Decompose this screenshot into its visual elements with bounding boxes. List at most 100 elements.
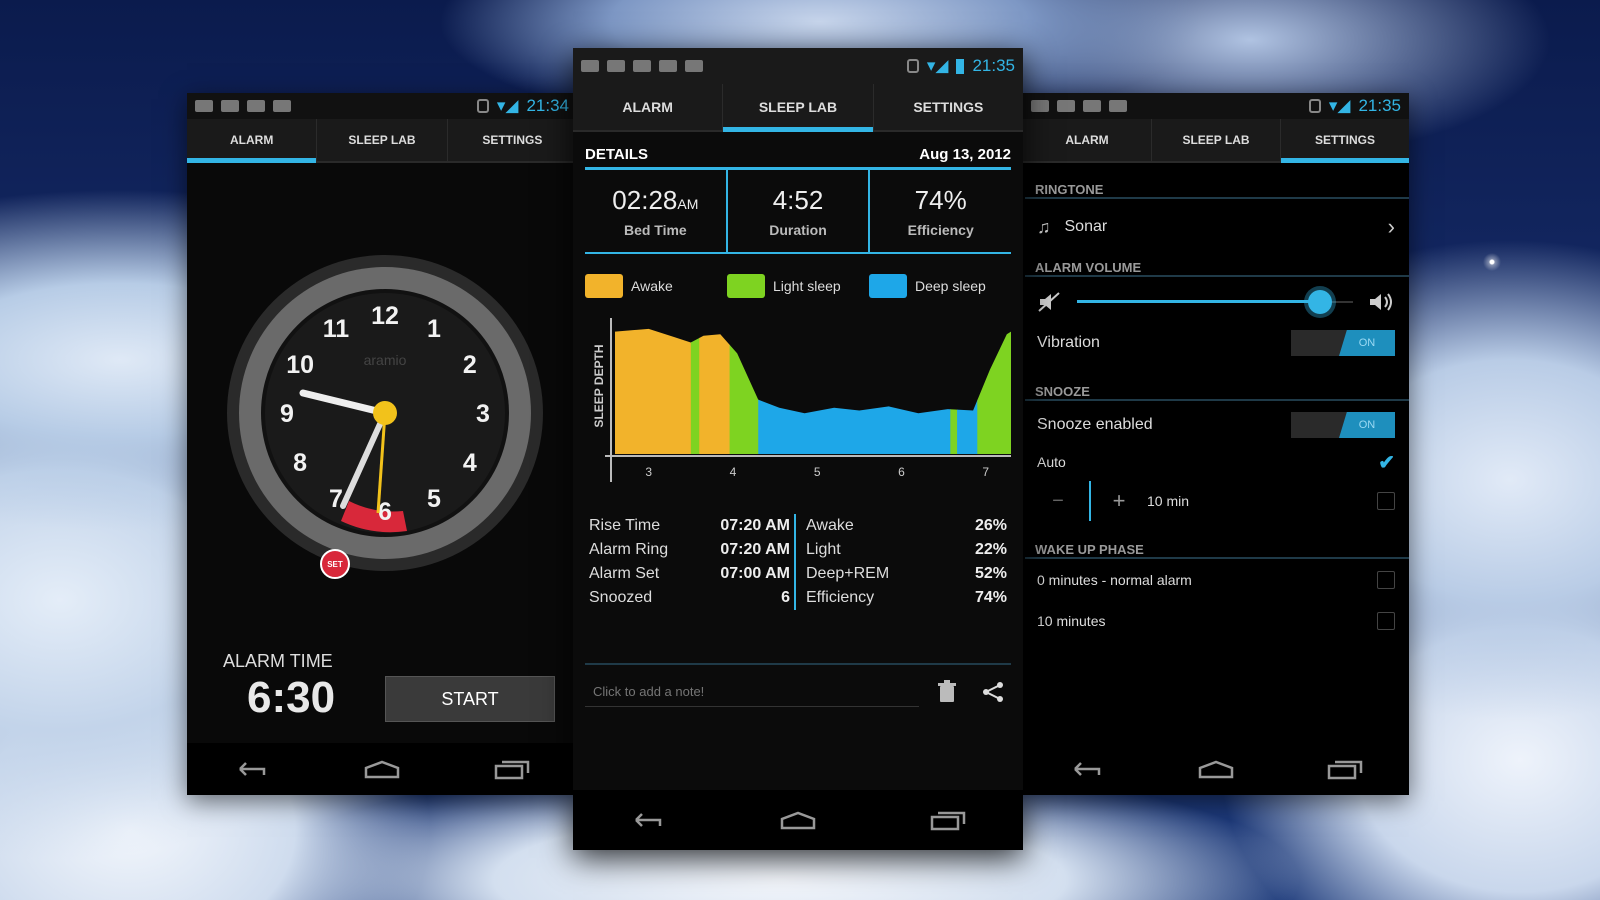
home-icon[interactable] <box>778 809 818 831</box>
signal-icon: ▾◢ <box>496 96 519 115</box>
vibration-toggle-state: ON <box>1339 330 1395 356</box>
snooze-enabled-row: Snooze enabled ON <box>1023 401 1409 449</box>
snooze-auto-row: Auto ✔ <box>1023 449 1409 475</box>
tab-alarm[interactable]: ALARM <box>573 84 724 130</box>
snooze-toggle-state: ON <box>1339 412 1395 438</box>
alarm-time: 6:30 <box>247 673 336 722</box>
ringtone-name: Sonar <box>1064 218 1108 235</box>
clock-number: 5 <box>427 485 441 513</box>
share-icon[interactable] <box>975 677 1011 707</box>
summary-right: Awake 26% Light 22% Deep+REM 52% Efficiency 74% <box>794 514 1011 610</box>
auto-label: Auto <box>1037 454 1066 470</box>
clock-number: 10 <box>286 351 314 379</box>
sleep-segment-light-sleep <box>729 328 759 454</box>
legend-swatch-deep <box>869 274 907 298</box>
legend-label: Awake <box>631 278 673 294</box>
summary-label: Rise Time <box>589 517 661 534</box>
vibration-row: Vibration ON <box>1023 327 1409 359</box>
volume-slider[interactable] <box>1077 290 1353 314</box>
volume-mute-icon[interactable] <box>1037 290 1063 314</box>
wake-option-1[interactable]: 10 minutes <box>1023 601 1409 641</box>
clock-number: 9 <box>280 400 294 428</box>
wake-up-phase-header: WAKE UP PHASE <box>1025 537 1409 559</box>
note-input[interactable] <box>585 677 919 707</box>
summary-value: 52% <box>974 565 1007 582</box>
volume-knob[interactable] <box>1307 290 1332 314</box>
legend-swatch-light <box>727 274 765 298</box>
status-time: 21:35 <box>972 56 1015 75</box>
tab-settings[interactable]: SETTINGS <box>874 84 1023 130</box>
snooze-plus-button[interactable]: + <box>1107 488 1131 514</box>
summary-row: Awake 26% <box>806 514 1007 538</box>
duration-label: Duration <box>769 221 827 238</box>
ringtone-row[interactable]: ♫ Sonar › <box>1023 199 1409 255</box>
bed-time-label: Bed Time <box>623 221 687 238</box>
clock-brand: aramio <box>364 352 407 368</box>
home-icon[interactable] <box>1196 758 1236 780</box>
vibration-toggle[interactable]: ON <box>1291 330 1395 356</box>
clock-number: 11 <box>323 315 350 343</box>
snooze-minus-button[interactable]: − <box>1043 490 1073 513</box>
wake-option-checkbox[interactable] <box>1377 571 1395 589</box>
tab-settings[interactable]: SETTINGS <box>448 119 577 161</box>
home-icon[interactable] <box>362 758 402 780</box>
back-icon[interactable] <box>1067 758 1107 780</box>
back-icon[interactable] <box>628 809 668 831</box>
snooze-header: SNOOZE <box>1025 379 1409 401</box>
recents-icon[interactable] <box>492 758 532 780</box>
music-note-icon: ♫ <box>1037 216 1051 237</box>
sleep-segment-deep-sleep <box>957 328 978 454</box>
summary-value: 07:20 AM <box>720 541 790 558</box>
details-label: DETAILS <box>585 146 649 163</box>
start-button[interactable]: START <box>385 676 555 722</box>
summary-row: Alarm Set 07:00 AM <box>589 562 790 586</box>
summary-label: Efficiency <box>806 589 875 606</box>
summary-label: Deep+REM <box>806 565 890 582</box>
nav-bar <box>1023 743 1409 795</box>
back-icon[interactable] <box>232 758 272 780</box>
wake-option-checkbox[interactable] <box>1377 612 1395 630</box>
summary-row: Snoozed 6 <box>589 586 790 610</box>
sync-icon <box>1308 99 1321 113</box>
volume-fill <box>1077 300 1320 303</box>
volume-up-icon[interactable] <box>1367 290 1395 314</box>
summary-value: 07:20 AM <box>720 517 790 534</box>
alarm-volume-header: ALARM VOLUME <box>1025 255 1409 277</box>
alarm-clock-dial[interactable]: aramio 12 1 2 3 4 5 6 7 8 9 10 11 <box>225 253 545 573</box>
nav-bar <box>187 743 577 795</box>
set-alarm-handle[interactable]: SET <box>320 549 350 579</box>
x-tick-label: 7 <box>982 465 989 479</box>
notification-icons <box>195 100 291 112</box>
tab-alarm[interactable]: ALARM <box>1023 119 1152 161</box>
tab-sleep-lab[interactable]: SLEEP LAB <box>1152 119 1281 161</box>
tab-sleep-lab[interactable]: SLEEP LAB <box>317 119 448 161</box>
tab-bar: ALARM SLEEP LAB SETTINGS <box>573 84 1023 132</box>
y-axis-label: SLEEP DEPTH <box>592 344 606 427</box>
summary-value: 22% <box>974 541 1007 558</box>
auto-checkbox-checked-icon[interactable]: ✔ <box>1378 450 1395 475</box>
efficiency-value: 74% <box>914 184 967 215</box>
clock-center <box>373 401 397 425</box>
wake-option-0[interactable]: 0 minutes - normal alarm <box>1023 559 1409 601</box>
tab-alarm[interactable]: ALARM <box>187 119 318 163</box>
tab-settings[interactable]: SETTINGS <box>1281 119 1409 163</box>
legend-awake: Awake <box>585 274 727 298</box>
status-bar: ▾◢ 21:34 <box>187 93 577 119</box>
sleep-lab-screen: ▾◢ 21:35 ALARM SLEEP LAB SETTINGS DETAIL… <box>573 48 1023 850</box>
snooze-duration-checkbox[interactable] <box>1377 492 1395 510</box>
clock-number: 8 <box>293 449 307 477</box>
summary-label: Awake <box>806 517 854 534</box>
snooze-toggle[interactable]: ON <box>1291 412 1395 438</box>
summary-row: Rise Time 07:20 AM <box>589 514 790 538</box>
details-header: DETAILS Aug 13, 2012 <box>585 146 1011 170</box>
trash-icon[interactable] <box>929 677 965 707</box>
clock-number: 7 <box>329 485 343 513</box>
tab-sleep-lab[interactable]: SLEEP LAB <box>723 84 874 132</box>
tab-bar: ALARM SLEEP LAB SETTINGS <box>1023 119 1409 163</box>
recents-icon[interactable] <box>928 809 968 831</box>
tab-bar: ALARM SLEEP LAB SETTINGS <box>187 119 577 163</box>
x-tick-label: 6 <box>898 465 905 479</box>
sleep-chart-svg: 3 4 5 6 7 SLEEP DEPTH <box>592 318 1011 482</box>
ringtone-header: RINGTONE <box>1025 177 1409 199</box>
recents-icon[interactable] <box>1325 758 1365 780</box>
